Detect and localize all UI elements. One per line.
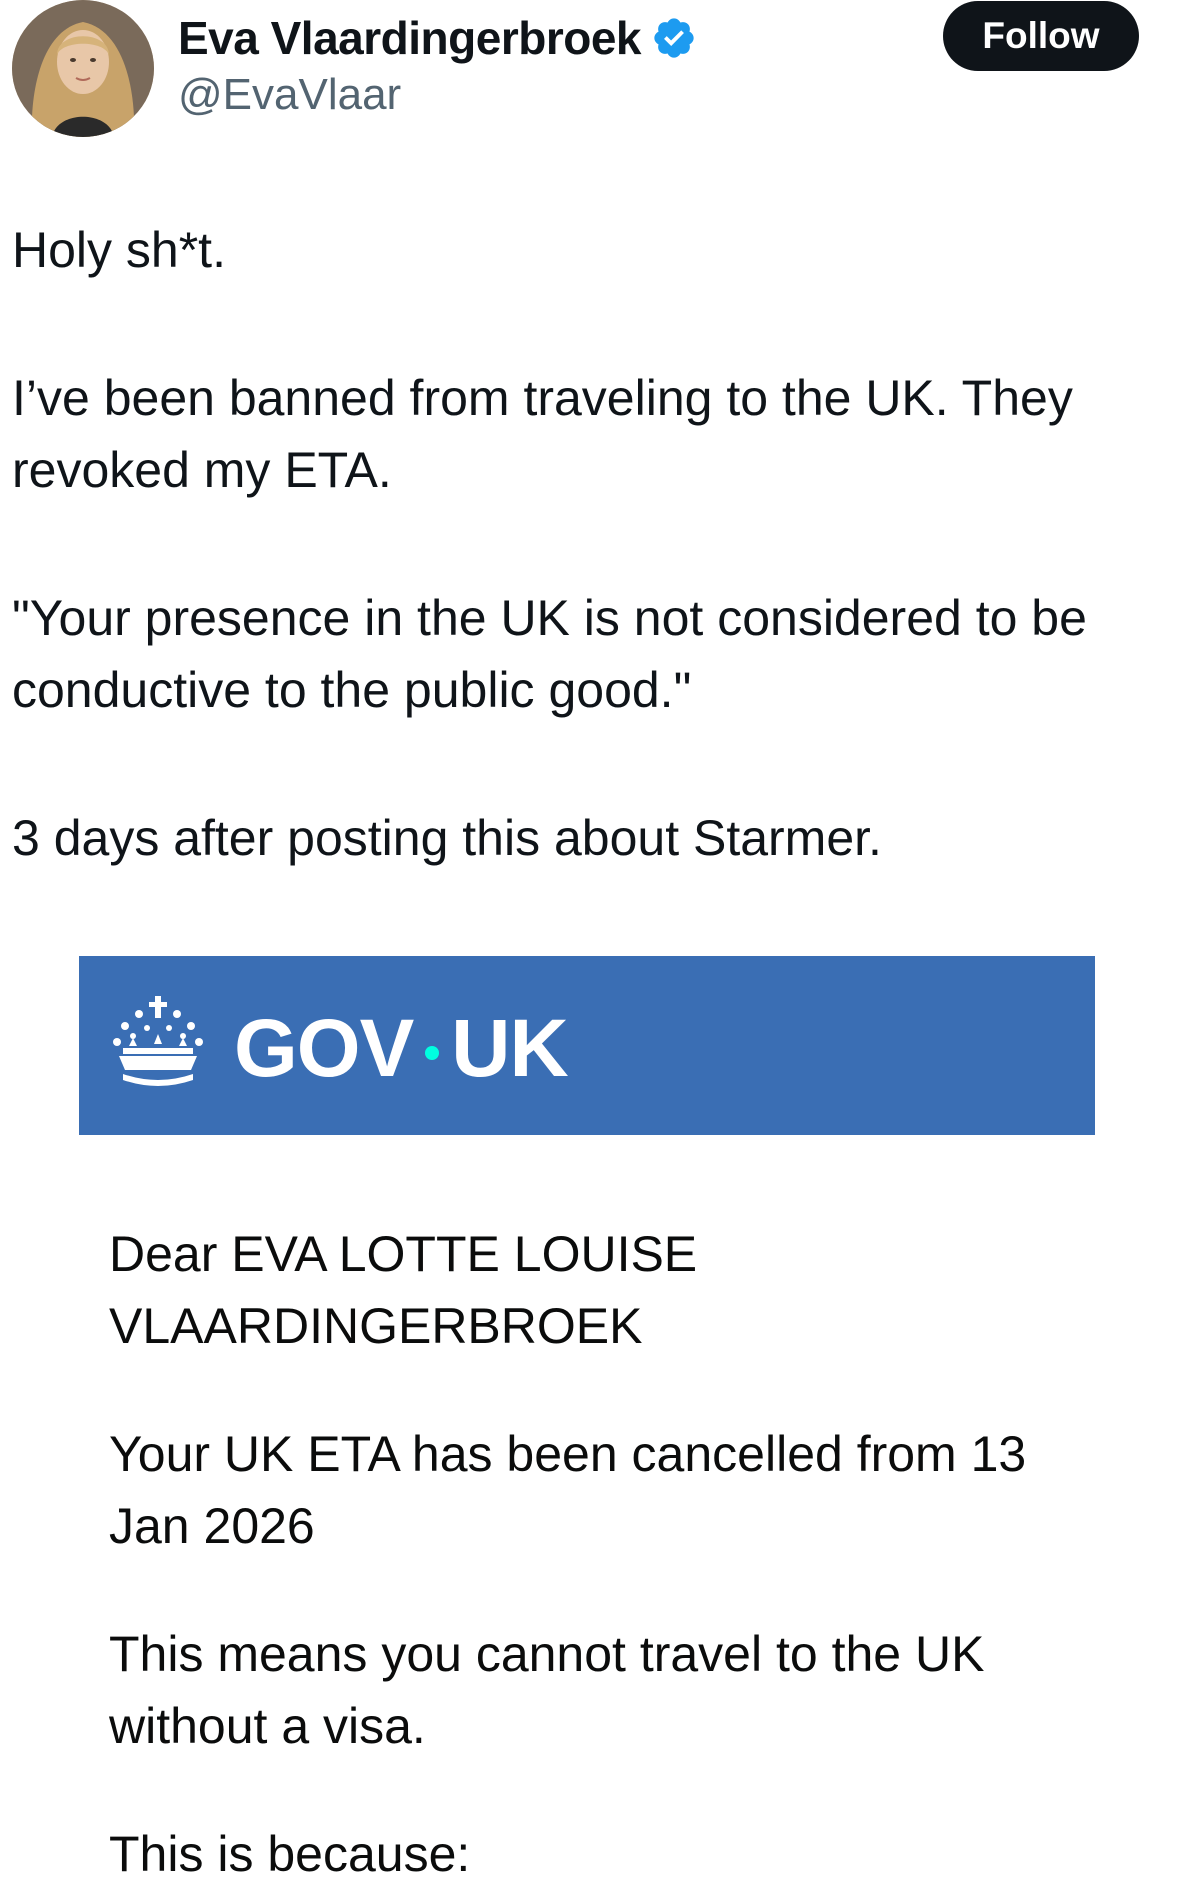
follow-button[interactable]: Follow — [943, 1, 1139, 71]
verified-badge-icon[interactable] — [651, 15, 697, 61]
author-name-row: Eva Vlaardingerbroek — [178, 8, 697, 68]
tweet-paragraph: "Your presence in the UK is not consider… — [12, 590, 1087, 718]
letter-cancellation-line: Your UK ETA has been cancelled from 13 J… — [109, 1426, 1027, 1554]
author-display-name[interactable]: Eva Vlaardingerbroek — [178, 11, 641, 65]
tweet-paragraph: Holy sh*t. — [12, 222, 226, 278]
tweet-paragraph: 3 days after posting this about Starmer. — [12, 810, 882, 866]
gov-logo-dot — [425, 1046, 440, 1060]
letter-meaning-line: This means you cannot travel to the UK w… — [109, 1626, 985, 1754]
uk-logo-text: UK — [451, 1003, 568, 1094]
gov-logo-text: GOV — [234, 1003, 414, 1094]
author-handle[interactable]: @EvaVlaar — [178, 70, 401, 120]
letter-greeting: Dear EVA LOTTE LOUISE VLAARDINGERBROEK — [109, 1226, 698, 1354]
avatar[interactable] — [12, 0, 154, 137]
crown-icon — [109, 994, 207, 1090]
tweet-text: Holy sh*t. I’ve been banned from traveli… — [12, 214, 1177, 950]
attached-image[interactable]: GOV UK Dear EVA LOTTE LOUISE VLAARDINGER… — [0, 948, 1190, 1890]
gov-uk-logo: GOV UK — [234, 1003, 569, 1094]
cancellation-letter: Dear EVA LOTTE LOUISE VLAARDINGERBROEK Y… — [109, 1218, 1109, 1890]
tweet-paragraph: I’ve been banned from traveling to the U… — [12, 370, 1073, 498]
letter-reason-line: This is because: — [109, 1826, 471, 1882]
tweet-header: Eva Vlaardingerbroek @EvaVlaar Follow — [0, 0, 1190, 140]
gov-uk-banner: GOV UK — [79, 956, 1095, 1135]
